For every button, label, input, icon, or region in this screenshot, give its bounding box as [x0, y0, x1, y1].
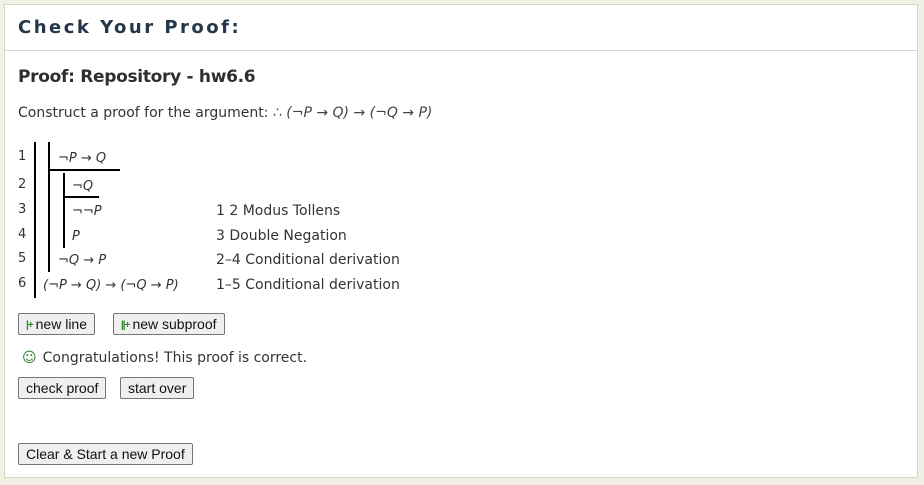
proof-checker-panel: Check Your Proof: Proof: Repository - hw… — [4, 4, 918, 478]
line-formula[interactable]: ¬Q → P — [58, 253, 106, 268]
proof-title: Proof: Repository - hw6.6 — [18, 67, 256, 87]
line-justification[interactable]: 2–4 Conditional derivation — [216, 252, 400, 268]
line-formula[interactable]: ¬¬P — [72, 204, 102, 219]
start-over-button[interactable]: start over — [120, 377, 195, 399]
status-text: Congratulations! This proof is correct. — [42, 350, 308, 366]
argument-prompt: Construct a proof for the argument: ∴ (¬… — [18, 105, 432, 121]
argument-formula: ∴ (¬P → Q) → (¬Q → P) — [272, 105, 433, 121]
line-number: 2 — [18, 177, 27, 192]
panel-title: Check Your Proof: — [18, 17, 242, 38]
line-formula[interactable]: P — [72, 229, 80, 244]
subproof-1-bar — [48, 142, 50, 272]
add-subproof-icon: ||+ — [121, 320, 130, 331]
main-scope-bar — [34, 142, 36, 298]
line-justification[interactable]: 1 2 Modus Tollens — [216, 203, 340, 219]
line-justification[interactable]: 1–5 Conditional derivation — [216, 277, 400, 293]
line-formula[interactable]: ¬P → Q — [58, 151, 106, 166]
line-number: 1 — [18, 149, 27, 164]
new-subproof-button[interactable]: ||+ new subproof — [113, 313, 225, 335]
line-number: 4 — [18, 227, 27, 242]
panel-header: Check Your Proof: — [5, 5, 917, 51]
status-message: ☺ Congratulations! This proof is correct. — [22, 350, 307, 366]
new-subproof-label: new subproof — [132, 316, 217, 332]
new-line-label: new line — [35, 316, 88, 332]
line-formula[interactable]: ¬Q — [72, 179, 93, 194]
clear-new-proof-button[interactable]: Clear & Start a new Proof — [18, 443, 193, 465]
new-line-button[interactable]: |+ new line — [18, 313, 96, 335]
check-proof-button[interactable]: check proof — [18, 377, 107, 399]
line-number: 3 — [18, 202, 27, 217]
smiley-icon: ☺ — [22, 350, 37, 366]
subproof-1-assumption-line — [48, 169, 120, 171]
add-line-icon: |+ — [26, 320, 34, 331]
line-number: 6 — [18, 276, 27, 291]
prompt-text: Construct a proof for the argument: — [18, 105, 273, 121]
line-justification[interactable]: 3 Double Negation — [216, 228, 347, 244]
line-formula[interactable]: (¬P → Q) → (¬Q → P) — [43, 278, 179, 293]
subproof-2-bar — [63, 173, 65, 248]
line-number: 5 — [18, 251, 27, 266]
subproof-2-assumption-line — [63, 196, 99, 198]
